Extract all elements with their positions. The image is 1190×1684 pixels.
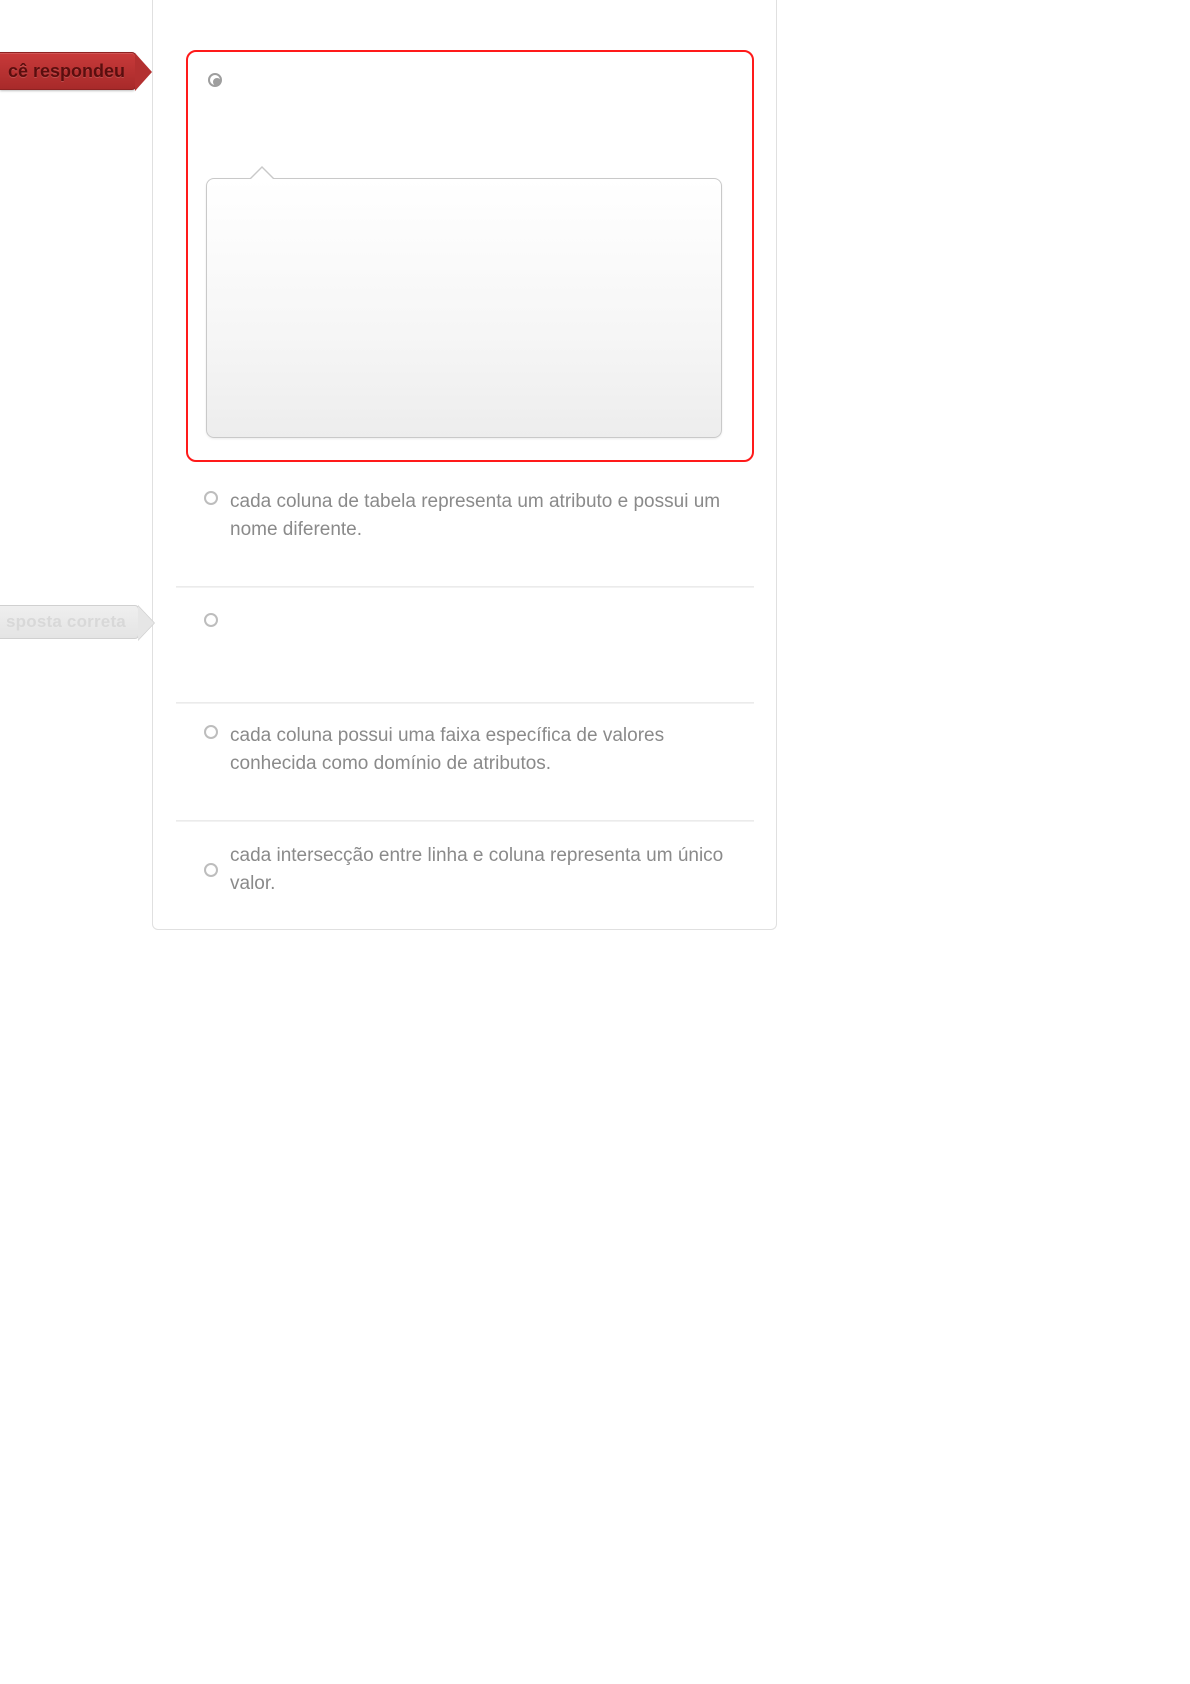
separator [176, 702, 754, 704]
option-e[interactable]: cada intersecção entre linha e coluna re… [204, 842, 744, 897]
correct-answer-label: sposta correta [6, 612, 126, 632]
radio-icon[interactable] [204, 863, 218, 877]
option-b[interactable]: cada coluna de tabela representa um atri… [204, 488, 744, 543]
radio-icon[interactable] [204, 725, 218, 739]
correct-answer-flag: sposta correta [0, 605, 139, 639]
option-c[interactable] [204, 610, 744, 627]
option-d[interactable]: cada coluna possui uma faixa específica … [204, 722, 744, 777]
question-panel: cê respondeu cada coluna de tabela repre… [0, 0, 1190, 1684]
feedback-bubble [206, 178, 722, 438]
separator [176, 820, 754, 822]
radio-icon[interactable] [204, 613, 218, 627]
option-e-text: cada intersecção entre linha e coluna re… [230, 842, 744, 897]
option-d-text: cada coluna possui uma faixa específica … [230, 722, 744, 777]
radio-icon[interactable] [204, 491, 218, 505]
option-b-text: cada coluna de tabela representa um atri… [230, 488, 744, 543]
you-answered-flag: cê respondeu [0, 52, 136, 90]
radio-icon[interactable] [208, 73, 222, 87]
separator [176, 586, 754, 588]
you-answered-label: cê respondeu [8, 61, 125, 82]
panel-left-border [152, 0, 153, 920]
panel-right-border [776, 0, 777, 920]
panel-bottom-border [152, 910, 777, 930]
